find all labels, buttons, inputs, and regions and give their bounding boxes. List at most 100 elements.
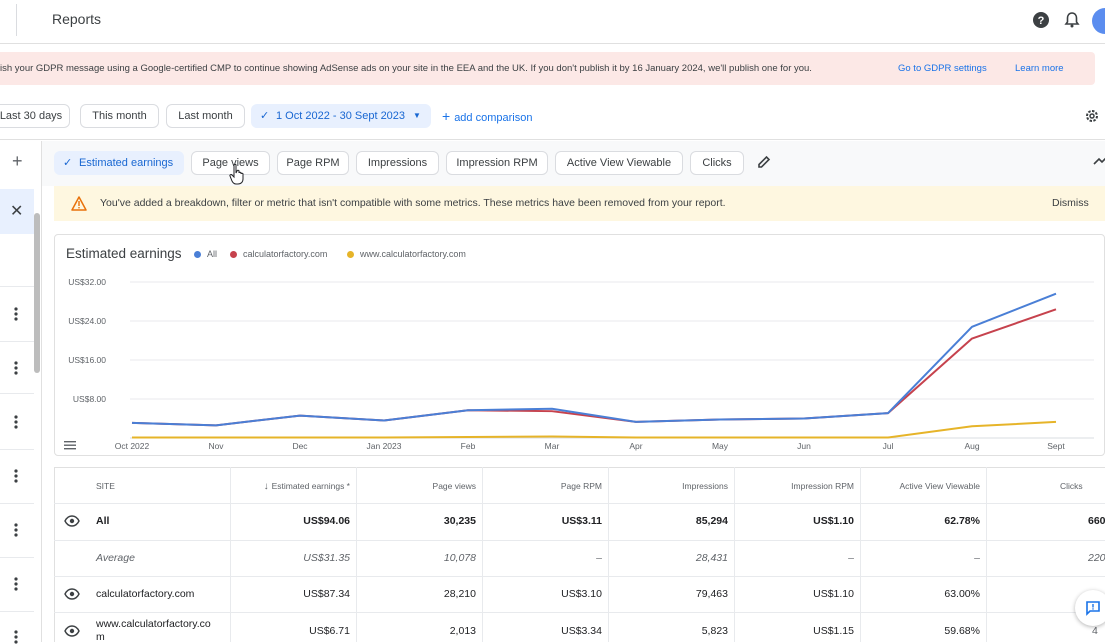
avatar[interactable] (1092, 8, 1105, 34)
x-tick-label: Oct 2022 (115, 441, 150, 451)
x-tick-label: Feb (461, 441, 476, 451)
divider (54, 612, 1105, 613)
legend-all-label[interactable]: All (207, 249, 217, 259)
divider (986, 467, 987, 642)
last-month-chip[interactable]: Last month (166, 104, 245, 128)
more-vert-icon[interactable] (14, 577, 18, 591)
edit-pencil-icon[interactable] (756, 154, 772, 170)
date-range-label: 1 Oct 2022 - 30 Sept 2023 (276, 110, 406, 122)
legend-www-calculatorfactory-label[interactable]: www.calculatorfactory.com (360, 249, 466, 259)
column-header-label: Estimated earnings * (271, 481, 350, 491)
last-30-days-chip[interactable]: Last 30 days (0, 104, 70, 128)
table-cell-page-rpm: US$3.10 (561, 588, 602, 600)
metric-chip-impression-rpm[interactable]: Impression RPM (446, 151, 548, 175)
more-vert-icon[interactable] (14, 469, 18, 483)
table-cell-impressions: 79,463 (695, 588, 728, 600)
scrollbar[interactable] (34, 213, 40, 373)
more-vert-icon[interactable] (14, 307, 18, 321)
y-tick-label: US$24.00 (68, 316, 106, 326)
column-header-estimated-earnings[interactable]: ↓ Estimated earnings * (236, 481, 350, 492)
collapse-chart-icon[interactable] (1093, 154, 1105, 168)
eye-visibility-icon[interactable] (64, 515, 80, 527)
divider (54, 503, 1105, 504)
more-vert-icon[interactable] (14, 415, 18, 429)
divider (0, 393, 34, 394)
column-header-page-views[interactable]: Page views (362, 481, 476, 491)
more-vert-icon[interactable] (14, 523, 18, 537)
incompatible-metrics-warning: You've added a breakdown, filter or metr… (54, 186, 1105, 221)
close-panel-button[interactable]: ✕ (0, 189, 34, 234)
x-tick-label: Aug (964, 441, 979, 451)
series-line-www-calculatorfactory (132, 420, 1057, 439)
table-cell-active-view: – (974, 552, 980, 564)
divider (54, 576, 1105, 577)
table-cell-active-view: 62.78% (944, 515, 980, 527)
add-comparison-label: add comparison (454, 112, 533, 124)
y-tick-label: US$32.00 (68, 277, 106, 287)
table-cell-clicks: 220 (1088, 552, 1105, 564)
divider (230, 467, 231, 642)
column-header-impression-rpm[interactable]: Impression RPM (740, 481, 854, 491)
metric-chip-page-rpm[interactable]: Page RPM (277, 151, 349, 175)
settings-gear-icon[interactable] (1084, 108, 1100, 124)
column-header-site[interactable]: SITE (96, 481, 115, 491)
metric-chip-clicks[interactable]: Clicks (690, 151, 744, 175)
y-tick-label: US$8.00 (73, 394, 106, 404)
dismiss-button[interactable]: Dismiss (1052, 197, 1089, 209)
column-header-clicks[interactable]: Clicks (1060, 481, 1083, 491)
x-tick-label: Jun (797, 441, 811, 451)
metric-chip-label: Estimated earnings (79, 157, 174, 169)
table-row-site[interactable]: calculatorfactory.com (96, 588, 194, 600)
legend-calculatorfactory-label[interactable]: calculatorfactory.com (243, 249, 327, 259)
gdpr-settings-link[interactable]: Go to GDPR settings (898, 63, 987, 74)
x-tick-label: Jul (883, 441, 894, 451)
x-tick-label: Sept (1047, 441, 1065, 451)
feedback-button[interactable] (1075, 590, 1105, 626)
column-header-active-view-viewable[interactable]: Active View Viewable (866, 481, 980, 491)
divider (0, 503, 34, 504)
notifications-bell-icon[interactable] (1063, 11, 1081, 29)
warning-text: You've added a breakdown, filter or metr… (100, 197, 726, 209)
eye-visibility-icon[interactable] (64, 625, 80, 637)
table-row-site[interactable]: www.calculatorfactory.co (96, 618, 211, 630)
this-month-chip[interactable]: This month (80, 104, 159, 128)
table-cell-page-rpm: US$3.11 (561, 515, 602, 527)
x-tick-label: Nov (208, 441, 224, 451)
table-cell-clicks: 660 (1088, 515, 1105, 527)
column-header-impressions[interactable]: Impressions (614, 481, 728, 491)
add-breakdown-plus-icon[interactable]: + (12, 151, 23, 172)
add-comparison-button[interactable]: + add comparison (442, 108, 532, 124)
legend-www-calculatorfactory-dot (347, 251, 354, 258)
learn-more-link[interactable]: Learn more (1015, 63, 1064, 74)
chart-title: Estimated earnings (66, 246, 182, 261)
warning-icon (71, 196, 87, 211)
x-tick-label: May (712, 441, 729, 451)
divider (0, 611, 34, 612)
svg-text:?: ? (1038, 15, 1045, 27)
date-range-dropdown[interactable]: ✓ 1 Oct 2022 - 30 Sept 2023 ▼ (251, 104, 431, 128)
page-title: Reports (52, 11, 102, 27)
chart-menu-icon[interactable] (64, 440, 76, 450)
x-tick-label: Jan 2023 (367, 441, 402, 451)
left-rail: + ✕ (0, 141, 42, 642)
table-cell-impression-rpm: US$1.10 (813, 515, 854, 527)
metric-chip-estimated-earnings[interactable]: ✓ Estimated earnings (54, 151, 184, 175)
metric-chip-active-view-viewable[interactable]: Active View Viewable (555, 151, 683, 175)
check-icon: ✓ (260, 110, 270, 122)
gdpr-message: ish your GDPR message using a Google-cer… (0, 63, 812, 74)
divider (356, 467, 357, 642)
metric-chip-impressions[interactable]: Impressions (356, 151, 439, 175)
table-cell-active-view: 59.68% (944, 625, 980, 637)
table-cell-page-rpm: – (596, 552, 602, 564)
divider (0, 557, 34, 558)
more-vert-icon[interactable] (14, 361, 18, 375)
divider (0, 286, 34, 287)
help-icon[interactable]: ? (1032, 11, 1050, 29)
table-row-site[interactable]: All (96, 515, 109, 527)
divider (0, 341, 34, 342)
eye-visibility-icon[interactable] (64, 588, 80, 600)
x-tick-label: Mar (545, 441, 560, 451)
legend-all-dot (194, 251, 201, 258)
table-cell-impressions: 85,294 (695, 515, 728, 527)
column-header-page-rpm[interactable]: Page RPM (488, 481, 602, 491)
